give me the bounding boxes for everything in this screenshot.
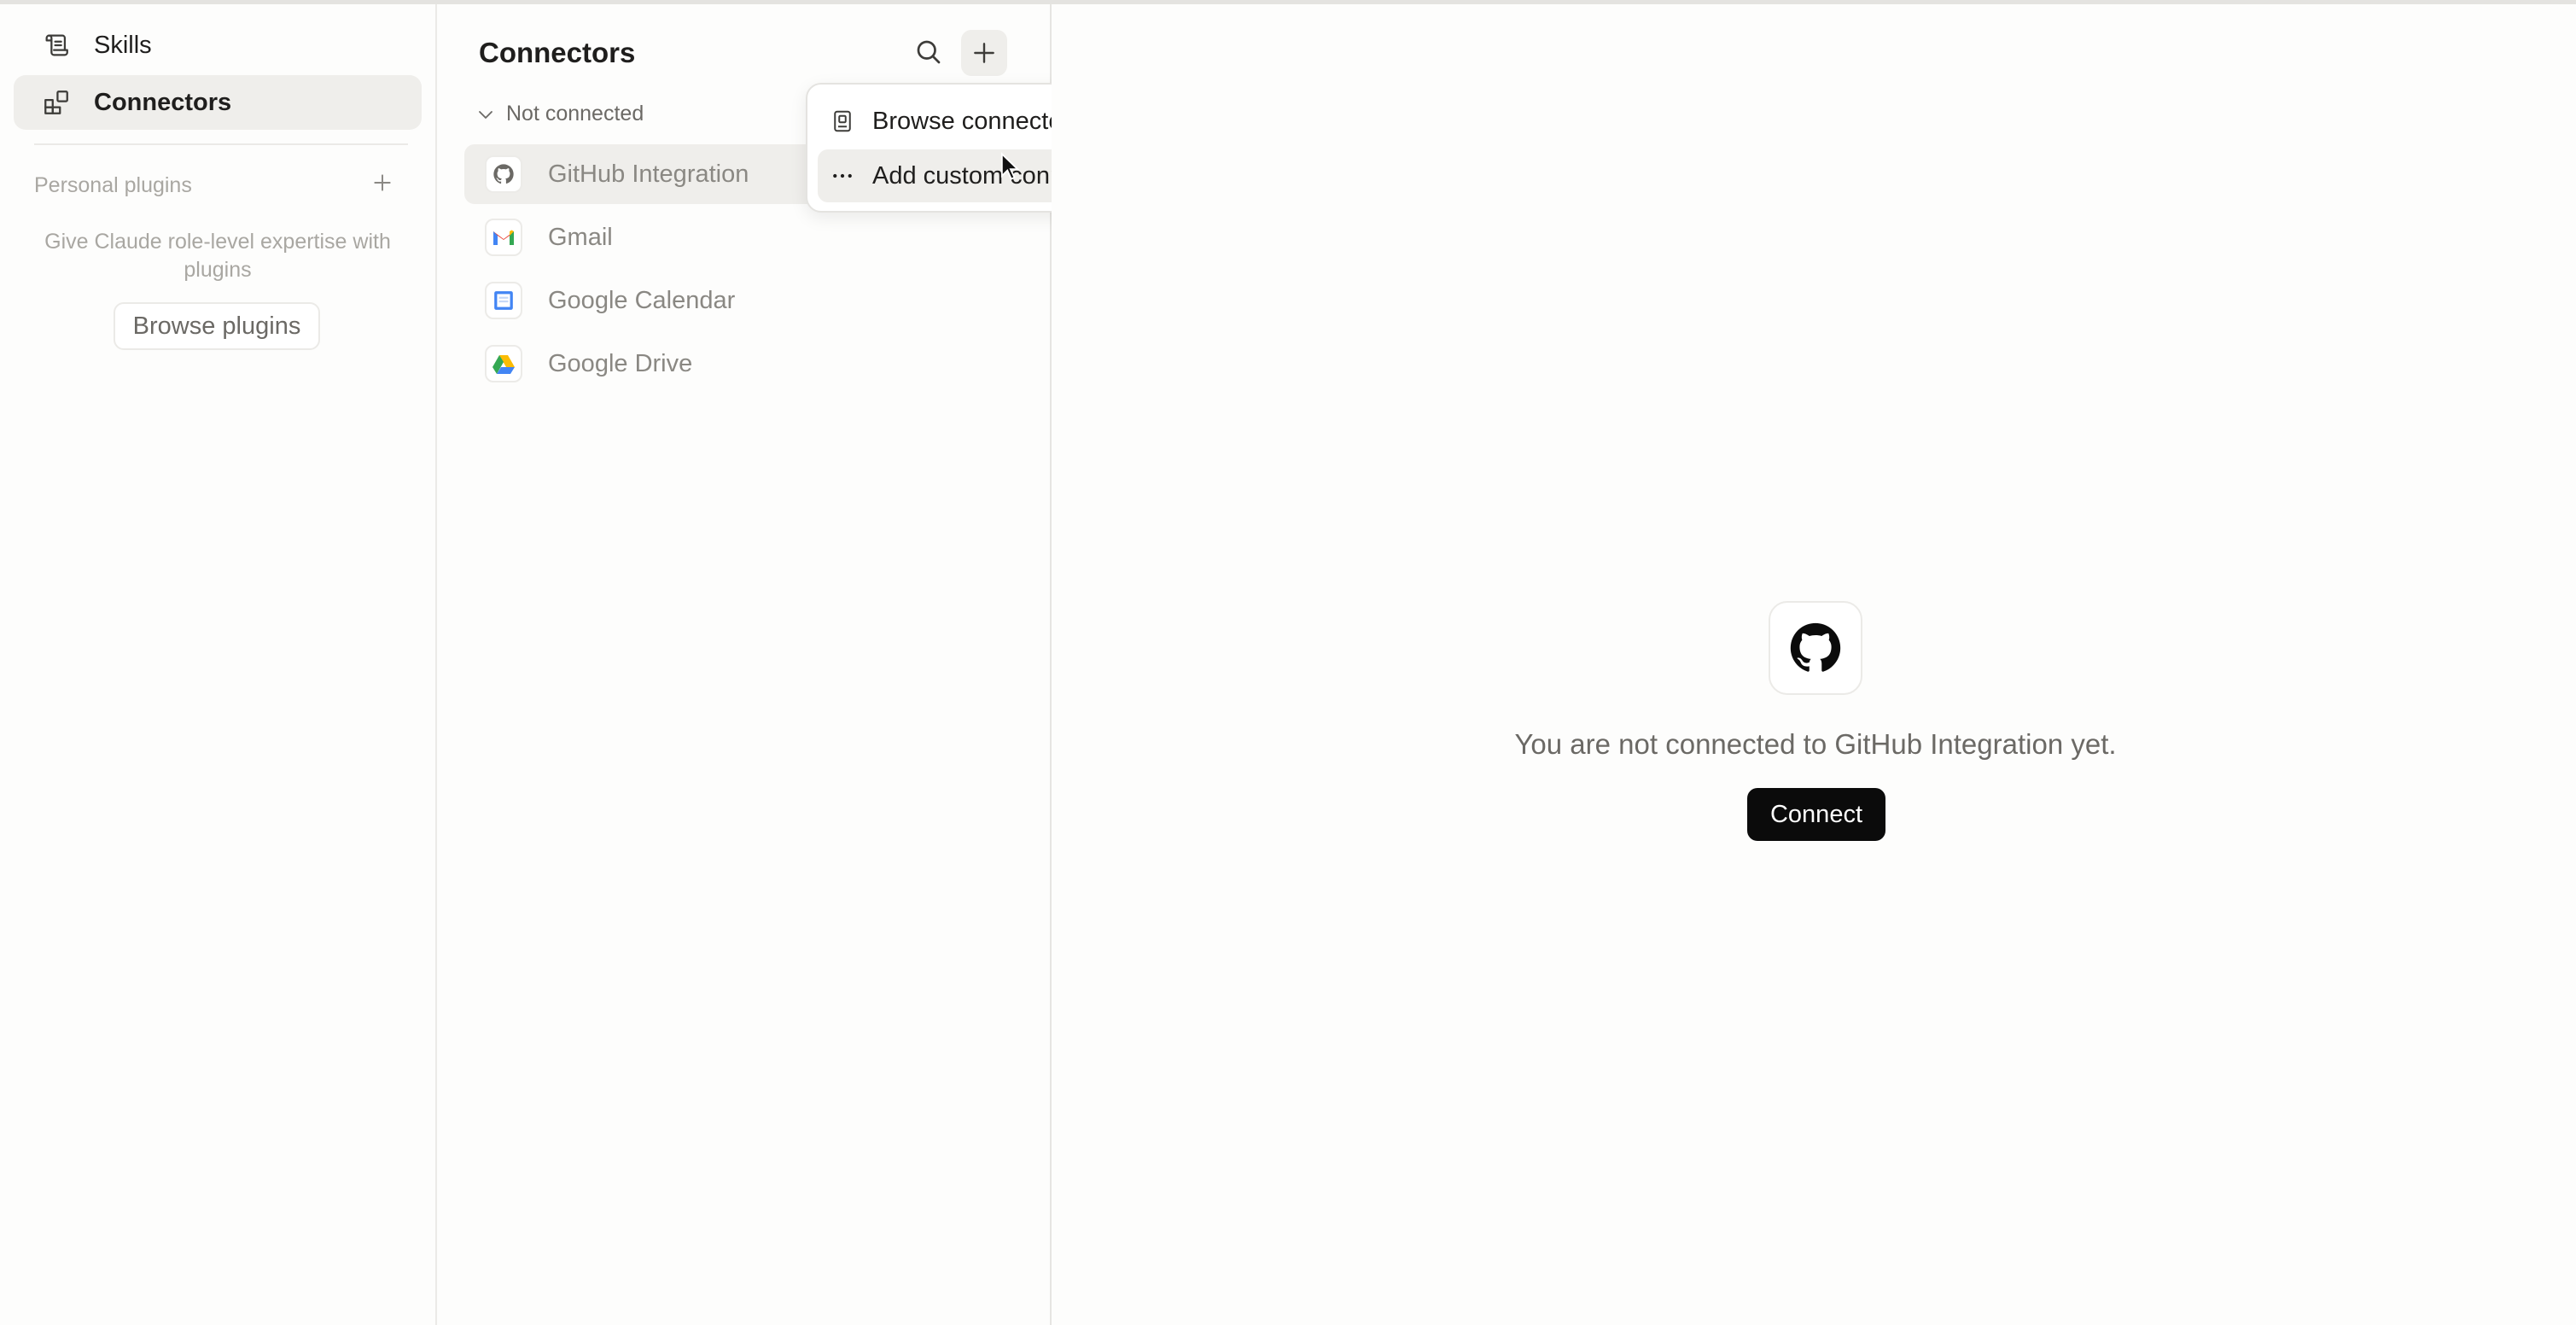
sidebar-item-label: Connectors xyxy=(94,88,232,116)
scroll-icon xyxy=(41,30,72,61)
group-toggle-not-connected[interactable]: Not connected xyxy=(475,102,644,126)
search-icon xyxy=(917,40,941,64)
mouse-cursor-icon xyxy=(1000,152,1019,180)
connect-button[interactable]: Connect xyxy=(1747,788,1885,841)
sidebar-divider xyxy=(34,143,408,145)
book-icon xyxy=(828,107,857,136)
sidebar-item-label: Skills xyxy=(94,31,152,59)
not-connected-message: You are not connected to GitHub Integrat… xyxy=(1514,728,2117,760)
add-connector-button[interactable] xyxy=(961,30,1007,76)
group-label: Not connected xyxy=(506,102,644,125)
plus-icon xyxy=(974,43,994,63)
more-horizontal-icon xyxy=(828,161,857,190)
search-button[interactable] xyxy=(909,32,948,72)
add-plugin-button[interactable] xyxy=(367,167,398,198)
connector-label: Gmail xyxy=(548,223,613,251)
sidebar-item-skills[interactable]: Skills xyxy=(14,18,422,73)
gmail-icon xyxy=(485,219,522,256)
github-icon xyxy=(485,155,522,193)
plugins-empty-text: Give Claude role-level expertise with pl… xyxy=(44,230,391,282)
connectors-icon xyxy=(41,87,72,118)
connector-detail-pane: You are not connected to GitHub Integrat… xyxy=(1052,4,2576,1325)
sidebar: Skills Connectors Personal plugins Give … xyxy=(0,4,437,1325)
google-drive-icon xyxy=(485,345,522,382)
personal-plugins-label: Personal plugins xyxy=(34,173,192,197)
chevron-down-icon xyxy=(479,110,492,119)
plus-icon xyxy=(374,174,391,191)
connector-logo-tile xyxy=(1769,601,1862,695)
sidebar-item-connectors[interactable]: Connectors xyxy=(14,75,422,130)
github-icon xyxy=(1790,622,1841,672)
connector-item-google-drive[interactable]: Google Drive xyxy=(464,334,1028,394)
browse-plugins-button[interactable]: Browse plugins xyxy=(114,302,320,350)
google-calendar-icon xyxy=(485,282,522,319)
connector-item-google-calendar[interactable]: Google Calendar xyxy=(464,271,1028,330)
connector-item-gmail[interactable]: Gmail xyxy=(464,207,1028,267)
connector-label: GitHub Integration xyxy=(548,160,749,188)
page-title: Connectors xyxy=(479,37,636,68)
connector-label: Google Calendar xyxy=(548,286,736,314)
connector-label: Google Drive xyxy=(548,349,693,377)
